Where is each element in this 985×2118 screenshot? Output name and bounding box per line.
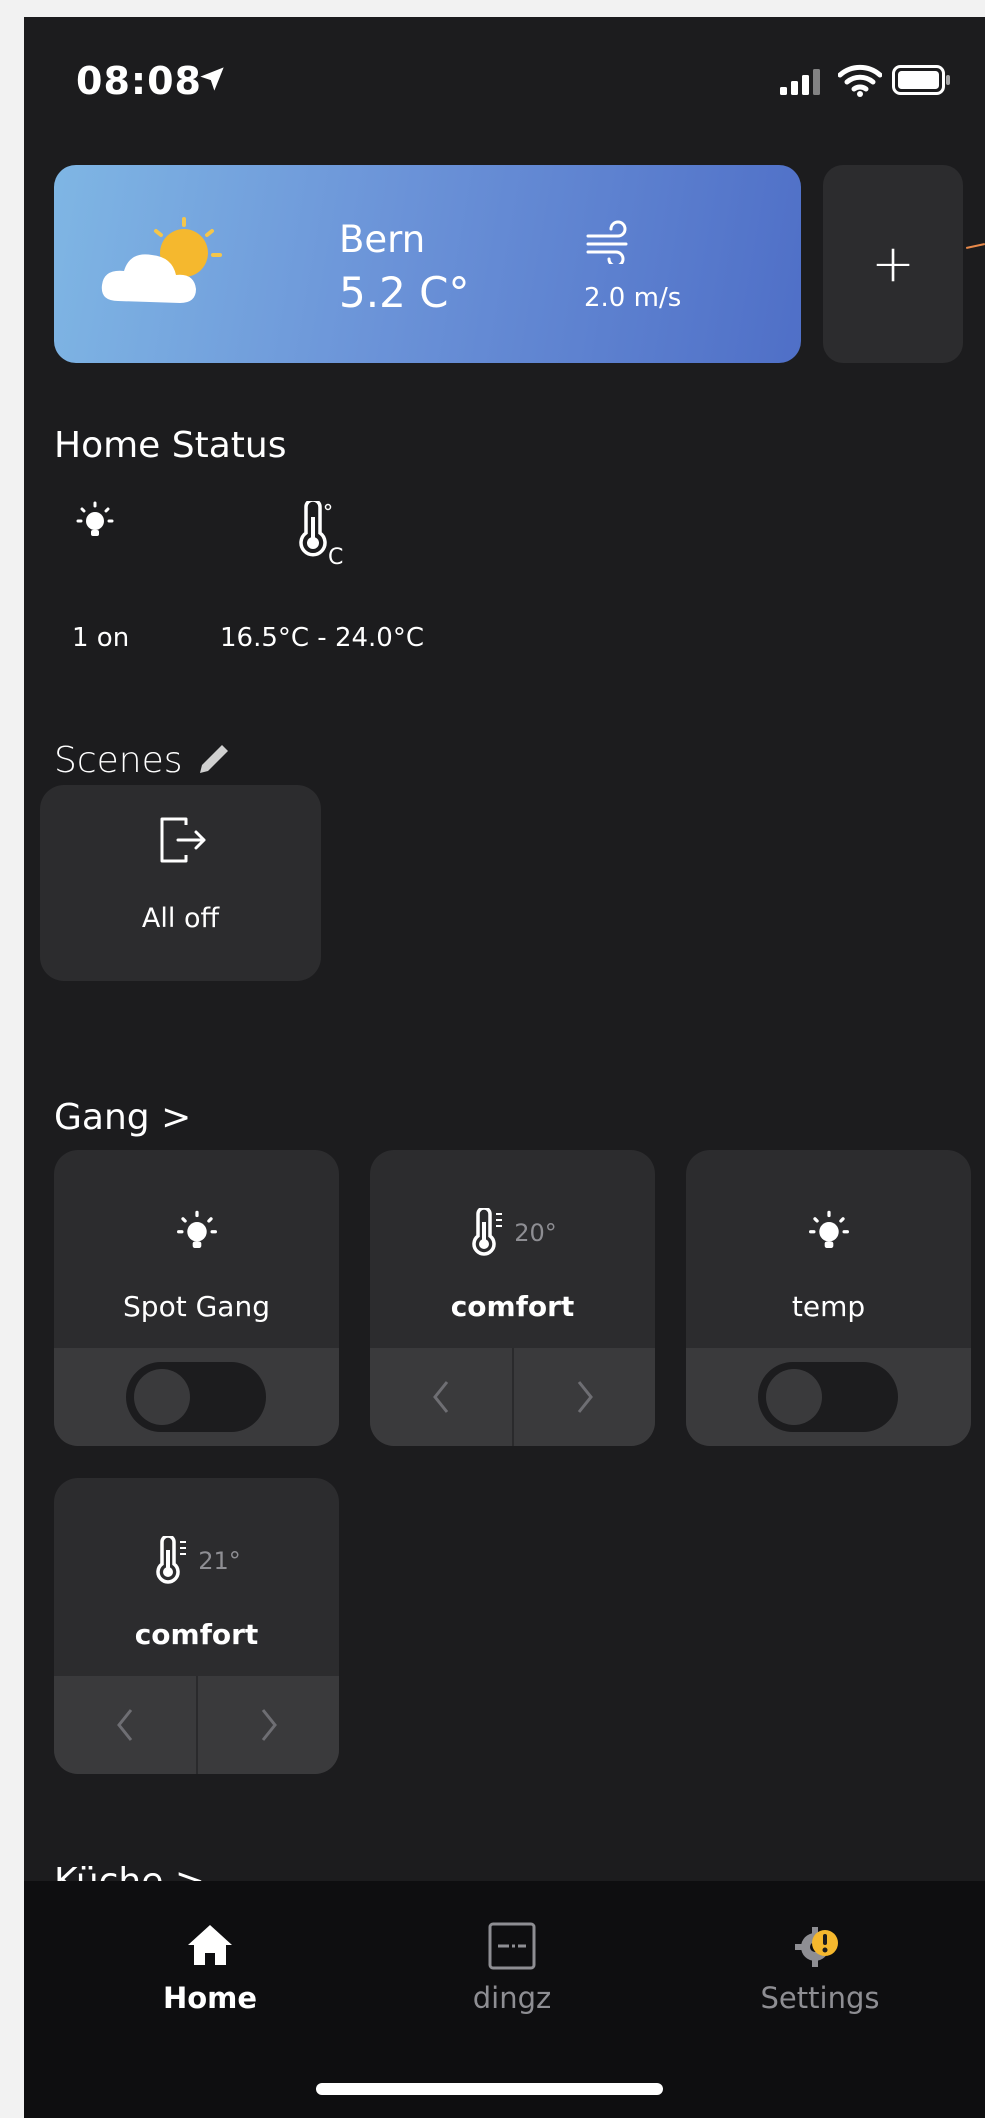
scenes-title: Scenes	[54, 740, 183, 781]
device-label: temp	[791, 1290, 866, 1323]
chevron-right-icon	[577, 1381, 593, 1413]
status-time: 08:08	[76, 59, 202, 103]
thermostat-setpoint: 20°	[514, 1219, 557, 1247]
device-label: comfort	[450, 1290, 575, 1323]
lights-on-count: 1 on	[72, 623, 130, 653]
home-indicator	[316, 2083, 663, 2095]
dingz-device-icon	[488, 1922, 536, 1970]
chevron-left-icon	[117, 1709, 133, 1741]
weather-temperature: 5.2 C°	[339, 268, 470, 317]
home-icon	[188, 1925, 232, 1965]
light-toggle[interactable]	[126, 1362, 266, 1432]
add-widget-button[interactable]: +	[823, 165, 963, 363]
lightbulb-icon	[176, 1210, 217, 1248]
device-tile-comfort[interactable]: 20° comfort	[370, 1150, 655, 1446]
settings-warning-icon	[795, 1927, 838, 1967]
weather-wind-speed: 2.0 m/s	[584, 283, 682, 313]
device-tile-comfort-2[interactable]: 21° comfort	[54, 1478, 339, 1774]
tab-label: Home	[162, 1981, 258, 2015]
thermometer-icon	[472, 1208, 503, 1256]
device-label: comfort	[134, 1618, 259, 1651]
status-bar: 08:08	[24, 17, 985, 137]
decrease-button[interactable]	[370, 1348, 512, 1446]
chevron-right-icon: >	[161, 1097, 192, 1138]
partly-cloudy-icon	[101, 217, 222, 303]
decrease-button[interactable]	[54, 1676, 196, 1774]
chevron-left-icon	[433, 1381, 449, 1413]
room-title-gang[interactable]: Gang >	[54, 1097, 191, 1138]
lightbulb-icon	[76, 501, 114, 536]
scene-all-off[interactable]: All off	[40, 785, 321, 981]
increase-button[interactable]	[198, 1676, 339, 1774]
chevron-right-icon	[261, 1709, 277, 1741]
battery-icon	[892, 65, 950, 95]
device-label: Spot Gang	[123, 1290, 270, 1323]
tab-dingz[interactable]: dingz	[352, 1881, 672, 2031]
thermometer-celsius-icon	[299, 501, 332, 557]
tab-label: dingz	[472, 1981, 552, 2015]
tab-settings[interactable]: Settings	[660, 1881, 980, 2031]
app-screen: 08:08 Bern 5.2 C° 2.0 m/s + Home Status …	[24, 17, 985, 2118]
location-arrow-icon	[200, 67, 224, 91]
light-toggle[interactable]	[758, 1362, 898, 1432]
cellular-signal-icon	[780, 69, 820, 95]
wifi-icon	[838, 64, 882, 97]
device-tile-temp[interactable]: temp	[686, 1150, 971, 1446]
edit-pencil-icon[interactable]	[194, 739, 234, 779]
tab-label: Settings	[760, 1981, 880, 2015]
home-status-title: Home Status	[54, 425, 287, 466]
annotation-line	[965, 243, 985, 249]
increase-button[interactable]	[514, 1348, 655, 1446]
celsius-unit-glyph: C	[328, 545, 344, 570]
exit-icon	[160, 817, 206, 863]
thermostat-setpoint: 21°	[198, 1547, 241, 1575]
scene-label: All off	[141, 903, 220, 934]
lightbulb-icon	[808, 1210, 849, 1248]
temperature-range: 16.5°C - 24.0°C	[220, 623, 425, 653]
tab-home[interactable]: Home	[50, 1881, 370, 2031]
thermometer-icon	[156, 1536, 187, 1584]
wind-icon	[586, 220, 628, 264]
weather-city: Bern	[339, 218, 426, 261]
device-tile-spot-gang[interactable]: Spot Gang	[54, 1150, 339, 1446]
weather-card[interactable]: Bern 5.2 C° 2.0 m/s	[54, 165, 801, 363]
